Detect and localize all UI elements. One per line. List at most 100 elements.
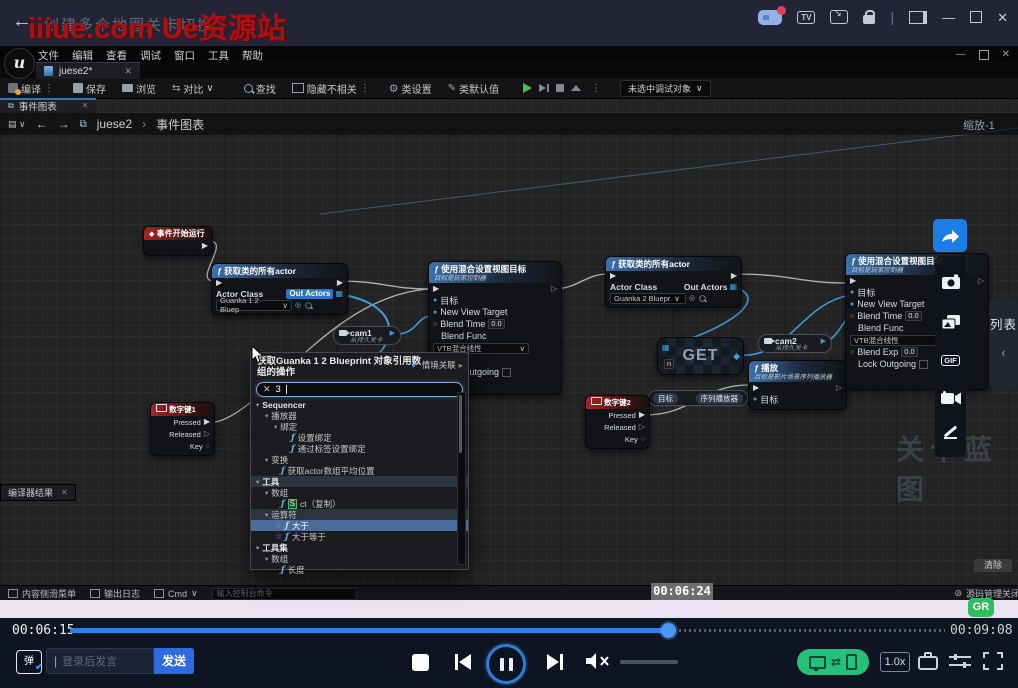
action-length[interactable]: ƒ长度 — [251, 564, 468, 575]
cast-device-toggle[interactable]: ⇄ — [797, 649, 869, 675]
compile-options-icon[interactable]: ⋮ — [44, 83, 54, 94]
save-button[interactable]: 保存 — [73, 81, 106, 96]
breadcrumb-leaf[interactable]: 事件图表 — [156, 116, 204, 133]
annotate-pencil-icon[interactable] — [943, 430, 958, 439]
blend-time-value[interactable]: 0.0 — [488, 319, 504, 329]
menu-debug[interactable]: 调试 — [140, 48, 161, 63]
category-array-2[interactable]: ▾数组 — [251, 553, 468, 564]
released-pin[interactable]: ▷ — [639, 423, 645, 431]
tab-close-icon[interactable]: ✕ — [124, 66, 132, 77]
exec-out-pin[interactable]: ▶ — [337, 279, 343, 287]
seek-bar[interactable] — [70, 628, 945, 633]
target-pin[interactable]: ● — [850, 289, 854, 296]
key-pin[interactable]: ○ — [206, 443, 210, 450]
send-button[interactable]: 发送 — [154, 648, 194, 674]
node-get-all-actors-1[interactable]: ƒ 获取类的所有actor ▶▶ Actor Class Out Actors▦… — [211, 263, 348, 315]
released-pin[interactable]: ▷ — [204, 430, 210, 438]
tab-close-icon[interactable]: ✕ — [61, 488, 68, 497]
chat-input[interactable]: |登录后发言 — [46, 648, 154, 674]
new-view-target-pin[interactable]: ● — [850, 301, 854, 308]
action-greater-selected[interactable]: ☆ƒ大于 — [251, 520, 468, 531]
node-array-get[interactable]: ▦ n GET ◆ — [657, 337, 744, 375]
blend-time-pin[interactable]: ○ — [850, 313, 854, 320]
blend-time-pin[interactable]: ○ — [433, 321, 437, 328]
blend-exp-value[interactable]: 0.0 — [901, 347, 917, 357]
tab-close-icon[interactable]: ✕ — [82, 101, 89, 110]
video-record-icon[interactable] — [940, 391, 962, 406]
menu-view[interactable]: 查看 — [106, 48, 127, 63]
action-search-input[interactable]: ✕ 3 — [256, 382, 463, 397]
tab-event-graph[interactable]: ⧉ 事件图表 ✕ — [0, 98, 96, 113]
diff-button[interactable]: ⇆对比∨ — [172, 81, 214, 96]
node-get-all-actors-2[interactable]: ƒ 获取类的所有actor ▶▶ Actor Class Out Actors▦… — [605, 256, 742, 308]
exec-out-pin[interactable]: ▶ — [202, 242, 208, 250]
previous-button[interactable] — [452, 653, 474, 671]
danmaku-toggle[interactable]: 弹✔ — [16, 650, 42, 674]
actor-class-dropdown[interactable]: Guanka 2 Bluepr∨ — [610, 293, 686, 304]
debug-object-dropdown[interactable]: 未选中调试对象∨ — [620, 80, 711, 97]
category-tools[interactable]: ▾工具 — [251, 476, 468, 487]
action-select-copy[interactable]: ƒSct（复制） — [251, 498, 468, 509]
blend-exp-pin[interactable]: ○ — [850, 349, 854, 356]
context-sensitive-toggle[interactable]: ✔ 情境关联 ▸ — [411, 359, 463, 371]
key-pin[interactable]: ○ — [641, 436, 645, 443]
images-icon[interactable] — [941, 314, 961, 331]
array-pin[interactable]: ▦ — [335, 289, 343, 298]
menu-scrollbar[interactable] — [457, 392, 466, 565]
menu-window[interactable]: 窗口 — [174, 48, 195, 63]
console-command-input[interactable]: 输入控制台命令 — [212, 588, 357, 600]
action-set-binding-by-tag[interactable]: ƒ通过标签设置绑定 — [251, 443, 468, 454]
actor-class-dropdown[interactable]: Guanka 1 2 Bluep∨ — [216, 300, 292, 311]
node-set-view-target-2[interactable]: ƒ 使用混合设置视图目标目标是玩家控制器 ▶▷ ●目标 ●New View Ta… — [845, 253, 989, 390]
category-binding[interactable]: ▾绑定 — [251, 421, 468, 432]
gif-icon[interactable]: GIF — [941, 355, 960, 366]
play-options-icon[interactable]: ⋮ — [591, 83, 601, 94]
menu-file[interactable]: 文件 — [38, 48, 59, 63]
node-play[interactable]: ƒ 播放目标是影片场景序列播放器 ▶▷ ●目标 — [748, 360, 847, 410]
clear-button[interactable]: 清除 — [974, 559, 1012, 572]
node-event-beginplay[interactable]: ◆ 事件开始运行 ▶ — [143, 226, 213, 256]
object-out-pin[interactable]: ▶ — [821, 337, 826, 345]
find-button[interactable]: 查找 — [244, 81, 276, 96]
nav-forward-icon[interactable]: → — [58, 117, 70, 131]
target-pin[interactable]: ● — [753, 396, 757, 403]
exec-in-pin[interactable]: ▶ — [753, 384, 759, 392]
browse-icon[interactable] — [699, 295, 705, 301]
node-target-sequence-pill[interactable]: 目标 序列播放器 — [648, 390, 748, 406]
stop-button[interactable] — [412, 654, 429, 671]
stop-button[interactable] — [556, 84, 564, 92]
volume-slider[interactable] — [620, 660, 678, 664]
exec-in-pin[interactable]: ▶ — [216, 279, 222, 287]
item-out-pin[interactable]: ◆ — [733, 351, 740, 362]
frame-skip-button[interactable] — [539, 84, 549, 92]
node-key1-event[interactable]: 数字键1 Pressed▶ Released▷ Key○ — [150, 402, 215, 456]
compile-button[interactable]: 编译 — [8, 81, 41, 96]
playback-speed-button[interactable]: 1.0x — [880, 652, 910, 672]
play-button[interactable] — [523, 83, 532, 93]
array-pin[interactable]: ▦ — [729, 282, 737, 291]
category-utilities[interactable]: ▾工具集 — [251, 542, 468, 553]
action-greater-equal[interactable]: ☆ƒ大于等于 — [251, 531, 468, 542]
exec-in-pin[interactable]: ▶ — [610, 272, 616, 280]
lock-outgoing-checkbox[interactable] — [502, 368, 511, 377]
breadcrumb-root[interactable]: juese2 — [97, 117, 132, 131]
scrollbar-thumb[interactable] — [459, 395, 462, 453]
tab-juese2[interactable]: juese2* ✕ — [36, 62, 140, 79]
exec-out-pin[interactable]: ▷ — [978, 277, 984, 285]
exec-in-pin[interactable]: ▶ — [850, 277, 856, 285]
exec-in-pin[interactable]: ▶ — [433, 285, 439, 293]
bookmark-icon[interactable]: ▤ ∨ — [8, 119, 26, 130]
exec-out-pin[interactable]: ▶ — [731, 272, 737, 280]
category-array[interactable]: ▾数组 — [251, 487, 468, 498]
tab-compiler-results[interactable]: 编译器结果 ✕ — [0, 484, 76, 501]
browse-button[interactable]: 浏览 — [122, 81, 156, 96]
eject-button[interactable] — [571, 85, 581, 91]
pin-window-icon[interactable] — [909, 11, 927, 24]
tv-cast-icon[interactable]: TV — [797, 11, 815, 24]
node-cam2[interactable]: cam2▶ 从持久关卡 — [758, 334, 832, 353]
gamepad-icon[interactable] — [758, 10, 782, 25]
next-button[interactable] — [544, 653, 566, 671]
blend-time-value[interactable]: 0.0 — [905, 311, 921, 321]
category-player[interactable]: ▾播放器 — [251, 410, 468, 421]
minimize-icon[interactable]: — — [942, 11, 955, 24]
